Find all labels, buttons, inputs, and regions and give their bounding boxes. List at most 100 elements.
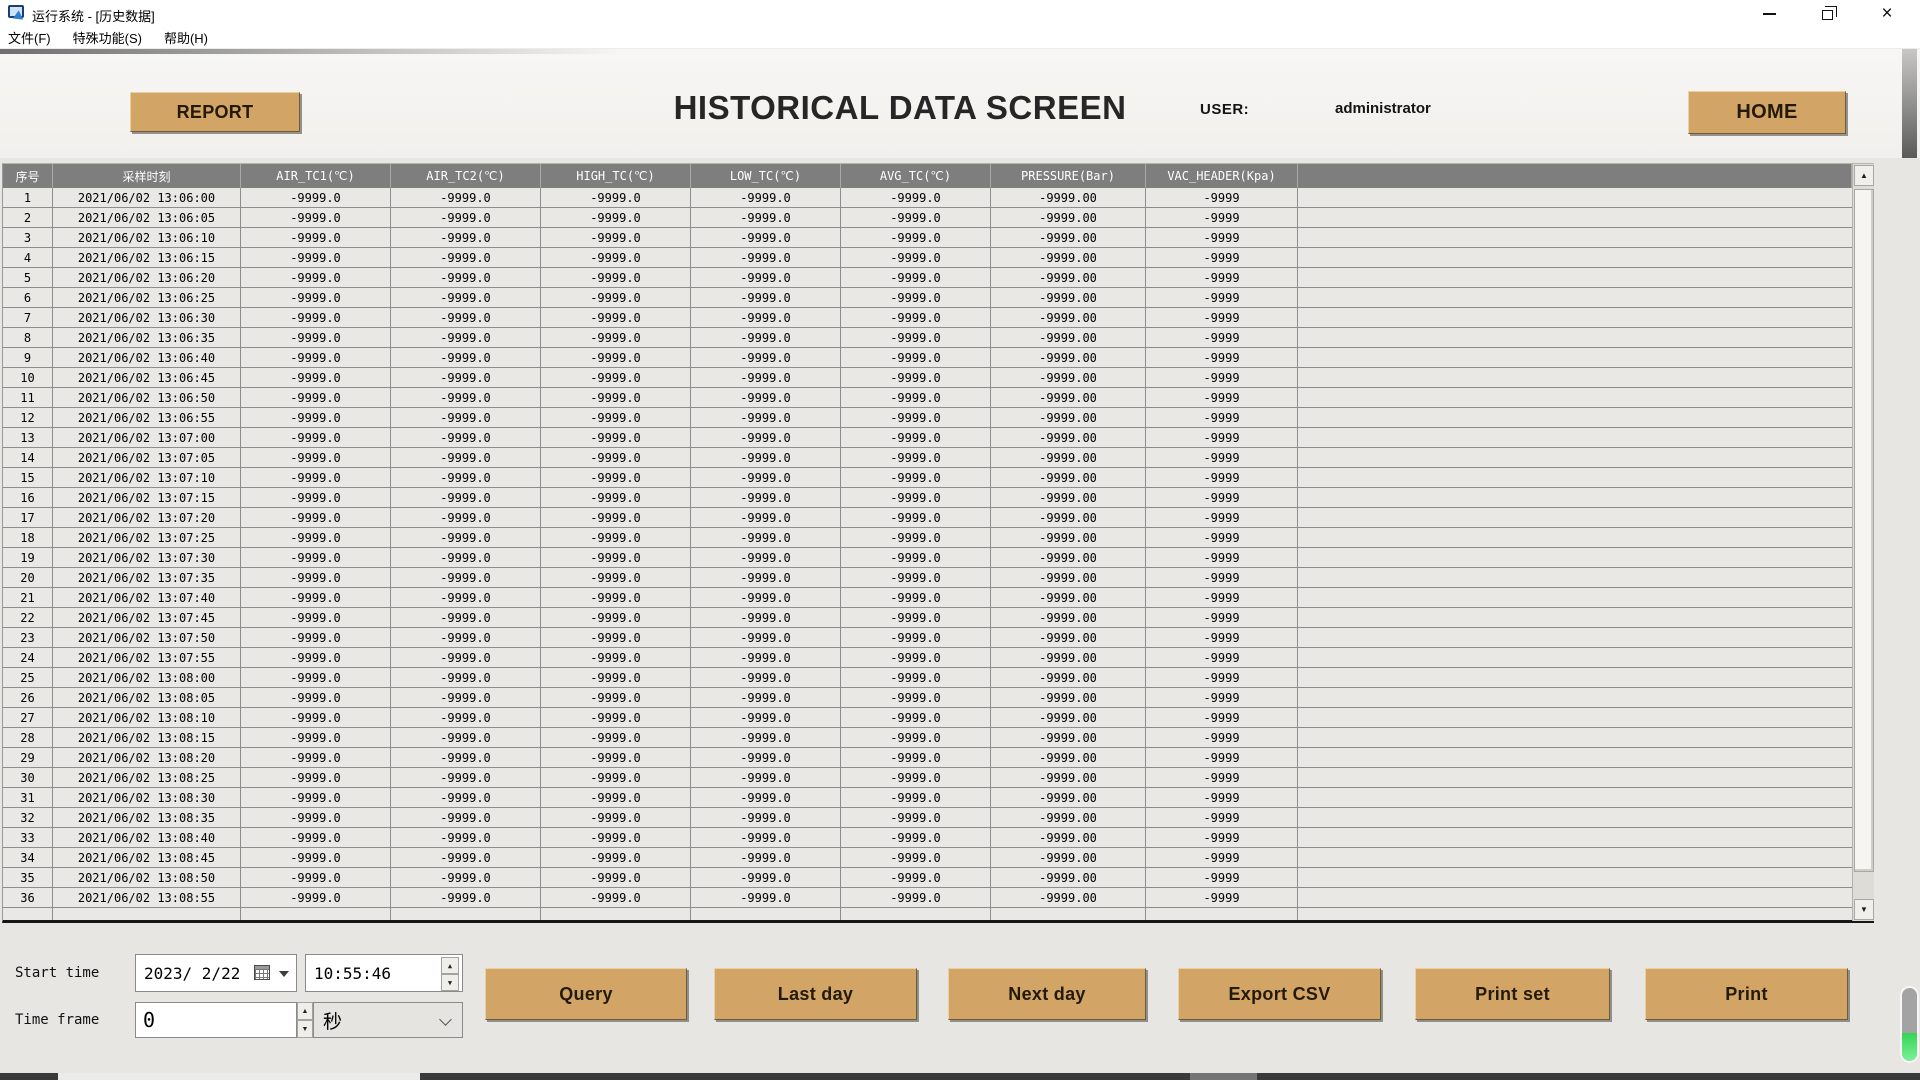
table-cell: -9999.0 <box>391 308 541 327</box>
frame-spin-up-button[interactable]: ▲ <box>297 1002 313 1020</box>
table-row[interactable]: 302021/06/02 13:08:25-9999.0-9999.0-9999… <box>3 768 1852 788</box>
print-button[interactable]: Print <box>1645 968 1848 1020</box>
table-cell: -9999.0 <box>691 248 841 267</box>
query-button[interactable]: Query <box>485 968 687 1020</box>
table-row[interactable]: 202021/06/02 13:07:35-9999.0-9999.0-9999… <box>3 568 1852 588</box>
table-cell: 16 <box>3 488 53 507</box>
menu-special-functions[interactable]: 特殊功能(S) <box>73 28 154 47</box>
time-unit-select[interactable]: 秒 <box>313 1002 463 1038</box>
table-row[interactable]: 112021/06/02 13:06:50-9999.0-9999.0-9999… <box>3 388 1852 408</box>
table-cell: 2021/06/02 13:08:35 <box>53 808 241 827</box>
table-row[interactable]: 292021/06/02 13:08:20-9999.0-9999.0-9999… <box>3 748 1852 768</box>
table-cell: -9999.00 <box>991 688 1146 707</box>
time-spin-down-button[interactable]: ▼ <box>441 974 459 991</box>
table-cell: -9999.00 <box>991 828 1146 847</box>
table-row[interactable]: 322021/06/02 13:08:35-9999.0-9999.0-9999… <box>3 808 1852 828</box>
vertical-scrollbar[interactable]: ▲ ▼ <box>1852 164 1874 921</box>
table-cell-filler <box>391 908 541 920</box>
table-row[interactable]: 232021/06/02 13:07:50-9999.0-9999.0-9999… <box>3 628 1852 648</box>
table-cell-filler <box>1298 568 1852 587</box>
table-row[interactable]: 252021/06/02 13:08:00-9999.0-9999.0-9999… <box>3 668 1852 688</box>
table-cell: -9999.0 <box>691 728 841 747</box>
table-cell: -9999.0 <box>841 368 991 387</box>
table-row[interactable]: 212021/06/02 13:07:40-9999.0-9999.0-9999… <box>3 588 1852 608</box>
table-cell: -9999.0 <box>691 408 841 427</box>
menu-file[interactable]: 文件(F) <box>8 28 63 47</box>
next-day-button[interactable]: Next day <box>948 968 1146 1020</box>
table-row[interactable]: 32021/06/02 13:06:10-9999.0-9999.0-9999.… <box>3 228 1852 248</box>
restore-button[interactable] <box>1810 0 1848 27</box>
last-day-button[interactable]: Last day <box>714 968 917 1020</box>
table-cell: -9999.0 <box>241 828 391 847</box>
table-cell: -9999 <box>1146 848 1298 867</box>
scrollbar-thumb[interactable] <box>1854 189 1874 872</box>
table-cell: -9999 <box>1146 548 1298 567</box>
table-cell: -9999.00 <box>991 208 1146 227</box>
time-frame-input[interactable]: 0 <box>135 1002 297 1038</box>
table-row[interactable]: 242021/06/02 13:07:55-9999.0-9999.0-9999… <box>3 648 1852 668</box>
table-row[interactable]: 92021/06/02 13:06:40-9999.0-9999.0-9999.… <box>3 348 1852 368</box>
table-cell: -9999.0 <box>841 488 991 507</box>
table-cell: -9999 <box>1146 488 1298 507</box>
start-time-input[interactable]: 10:55:46 ▲ ▼ <box>305 954 463 992</box>
date-dropdown-icon[interactable] <box>279 971 289 977</box>
table-cell: -9999.0 <box>541 808 691 827</box>
table-cell: -9999 <box>1146 748 1298 767</box>
print-set-button[interactable]: Print set <box>1415 968 1610 1020</box>
minimize-button[interactable] <box>1750 0 1788 27</box>
table-row[interactable]: 332021/06/02 13:08:40-9999.0-9999.0-9999… <box>3 828 1852 848</box>
table-row[interactable]: 162021/06/02 13:07:15-9999.0-9999.0-9999… <box>3 488 1852 508</box>
table-cell-filler <box>1298 728 1852 747</box>
table-row[interactable]: 42021/06/02 13:06:15-9999.0-9999.0-9999.… <box>3 248 1852 268</box>
table-row[interactable]: 262021/06/02 13:08:05-9999.0-9999.0-9999… <box>3 688 1852 708</box>
report-button[interactable]: REPORT <box>130 92 300 132</box>
table-row[interactable]: 72021/06/02 13:06:30-9999.0-9999.0-9999.… <box>3 308 1852 328</box>
table-cell: -9999.0 <box>391 208 541 227</box>
table-cell: -9999.0 <box>541 768 691 787</box>
table-cell: -9999.0 <box>541 788 691 807</box>
scroll-up-button[interactable]: ▲ <box>1854 165 1874 186</box>
table-row[interactable]: 342021/06/02 13:08:45-9999.0-9999.0-9999… <box>3 848 1852 868</box>
column-header-air-tc2: AIR_TC2(℃) <box>391 164 541 188</box>
table-row[interactable]: 152021/06/02 13:07:10-9999.0-9999.0-9999… <box>3 468 1852 488</box>
table-row[interactable]: 22021/06/02 13:06:05-9999.0-9999.0-9999.… <box>3 208 1852 228</box>
table-row[interactable]: 272021/06/02 13:08:10-9999.0-9999.0-9999… <box>3 708 1852 728</box>
export-csv-button[interactable]: Export CSV <box>1178 968 1381 1020</box>
table-row[interactable]: 62021/06/02 13:06:25-9999.0-9999.0-9999.… <box>3 288 1852 308</box>
calendar-icon[interactable] <box>254 965 270 980</box>
table-cell: 2021/06/02 13:07:55 <box>53 648 241 667</box>
table-cell: -9999.00 <box>991 288 1146 307</box>
table-cell: -9999.0 <box>391 288 541 307</box>
table-row[interactable]: 132021/06/02 13:07:00-9999.0-9999.0-9999… <box>3 428 1852 448</box>
table-cell-filler <box>1298 288 1852 307</box>
time-spin-up-button[interactable]: ▲ <box>441 957 459 974</box>
table-row[interactable]: 172021/06/02 13:07:20-9999.0-9999.0-9999… <box>3 508 1852 528</box>
frame-spin-down-button[interactable]: ▼ <box>297 1020 313 1038</box>
table-row[interactable]: 12021/06/02 13:06:00-9999.0-9999.0-9999.… <box>3 188 1852 208</box>
table-cell: -9999.00 <box>991 868 1146 887</box>
table-body: 12021/06/02 13:06:00-9999.0-9999.0-9999.… <box>3 188 1852 920</box>
table-row[interactable]: 122021/06/02 13:06:55-9999.0-9999.0-9999… <box>3 408 1852 428</box>
table-cell: -9999.0 <box>241 648 391 667</box>
table-row[interactable]: 52021/06/02 13:06:20-9999.0-9999.0-9999.… <box>3 268 1852 288</box>
table-cell: 7 <box>3 308 53 327</box>
start-date-picker[interactable]: 2023/ 2/22 <box>135 954 297 992</box>
close-button[interactable]: × <box>1868 0 1906 27</box>
table-row[interactable]: 222021/06/02 13:07:45-9999.0-9999.0-9999… <box>3 608 1852 628</box>
menu-help[interactable]: 帮助(H) <box>164 28 220 47</box>
table-row[interactable]: 352021/06/02 13:08:50-9999.0-9999.0-9999… <box>3 868 1852 888</box>
table-row[interactable]: 182021/06/02 13:07:25-9999.0-9999.0-9999… <box>3 528 1852 548</box>
taskbar-segment <box>1190 1073 1257 1080</box>
table-cell-filler <box>1298 888 1852 907</box>
table-row[interactable]: 192021/06/02 13:07:30-9999.0-9999.0-9999… <box>3 548 1852 568</box>
scroll-down-button[interactable]: ▼ <box>1854 899 1874 920</box>
table-cell: -9999.0 <box>391 728 541 747</box>
home-button[interactable]: HOME <box>1688 91 1846 134</box>
table-row[interactable]: 312021/06/02 13:08:30-9999.0-9999.0-9999… <box>3 788 1852 808</box>
table-row[interactable]: 282021/06/02 13:08:15-9999.0-9999.0-9999… <box>3 728 1852 748</box>
table-cell: -9999 <box>1146 888 1298 907</box>
table-row[interactable]: 102021/06/02 13:06:45-9999.0-9999.0-9999… <box>3 368 1852 388</box>
table-row[interactable]: 362021/06/02 13:08:55-9999.0-9999.0-9999… <box>3 888 1852 908</box>
table-row[interactable]: 82021/06/02 13:06:35-9999.0-9999.0-9999.… <box>3 328 1852 348</box>
table-row[interactable]: 142021/06/02 13:07:05-9999.0-9999.0-9999… <box>3 448 1852 468</box>
